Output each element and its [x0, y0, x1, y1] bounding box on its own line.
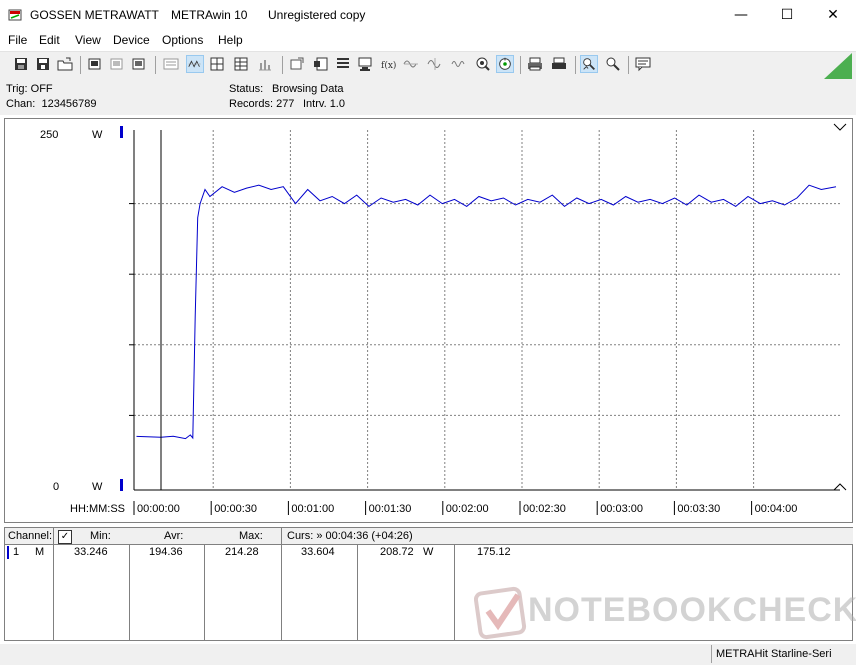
x-tick-label: 00:00:30	[214, 503, 257, 515]
header-divider	[5, 544, 853, 545]
x-tick-label: 00:01:30	[369, 503, 412, 515]
y-range-bottom-marker[interactable]	[120, 479, 123, 491]
col-divider	[357, 544, 358, 640]
series-line-power	[136, 184, 837, 440]
x-tick-label: 00:04:00	[755, 503, 798, 515]
row-max: 214.28	[225, 546, 259, 558]
row-unit: W	[423, 546, 434, 558]
col-divider	[281, 528, 282, 640]
row-cursor-3: 175.12	[477, 546, 511, 558]
end-cursor-bottom-icon[interactable]	[833, 483, 847, 491]
watermark-logo: NOTEBOOKCHECK	[466, 585, 856, 640]
col-avr-header: Avr:	[164, 528, 184, 544]
col-divider	[454, 544, 455, 640]
select-all-checkbox[interactable]: ✓	[58, 530, 72, 544]
col-divider	[53, 528, 54, 640]
col-min-header: Min:	[90, 528, 111, 544]
time-axis-label: HH:MM:SS	[70, 503, 125, 515]
watermark-check-icon	[474, 586, 527, 640]
y-unit-label: W	[92, 129, 103, 141]
y-min-label: 0	[53, 481, 59, 493]
channel-color-marker	[7, 546, 9, 559]
x-tick-label: 00:01:00	[291, 503, 334, 515]
row-cursor-1: 33.604	[301, 546, 335, 558]
row-mode: M	[35, 546, 45, 558]
y-range-top-marker[interactable]	[120, 126, 123, 138]
y-max-label: 250	[40, 129, 58, 141]
col-max-header: Max:	[239, 528, 263, 544]
col-divider	[129, 544, 130, 640]
watermark-text: NOTEBOOKCHECK	[528, 591, 856, 629]
x-tick-label: 00:03:30	[677, 503, 720, 515]
end-cursor-top-icon[interactable]	[833, 123, 847, 131]
y-unit-label-bottom: W	[92, 481, 103, 493]
col-divider	[204, 544, 205, 640]
x-tick-label: 00:02:00	[446, 503, 489, 515]
x-tick-label: 00:00:00	[137, 503, 180, 515]
col-cursor-header: Curs: » 00:04:36 (+04:26)	[287, 528, 413, 544]
x-tick-label: 00:02:30	[523, 503, 566, 515]
col-channel-header: Channel:	[8, 528, 53, 544]
row-min: 33.246	[74, 546, 108, 558]
row-cursor-2: 208.72	[380, 546, 414, 558]
x-tick-label: 00:03:00	[600, 503, 643, 515]
table-header-bg	[5, 528, 853, 544]
row-avr: 194.36	[149, 546, 183, 558]
bottom-status-bar: METRAHit Starline-Seri	[0, 644, 856, 665]
device-status: METRAHit Starline-Seri	[711, 645, 856, 663]
row-channel[interactable]: 1	[13, 546, 19, 558]
